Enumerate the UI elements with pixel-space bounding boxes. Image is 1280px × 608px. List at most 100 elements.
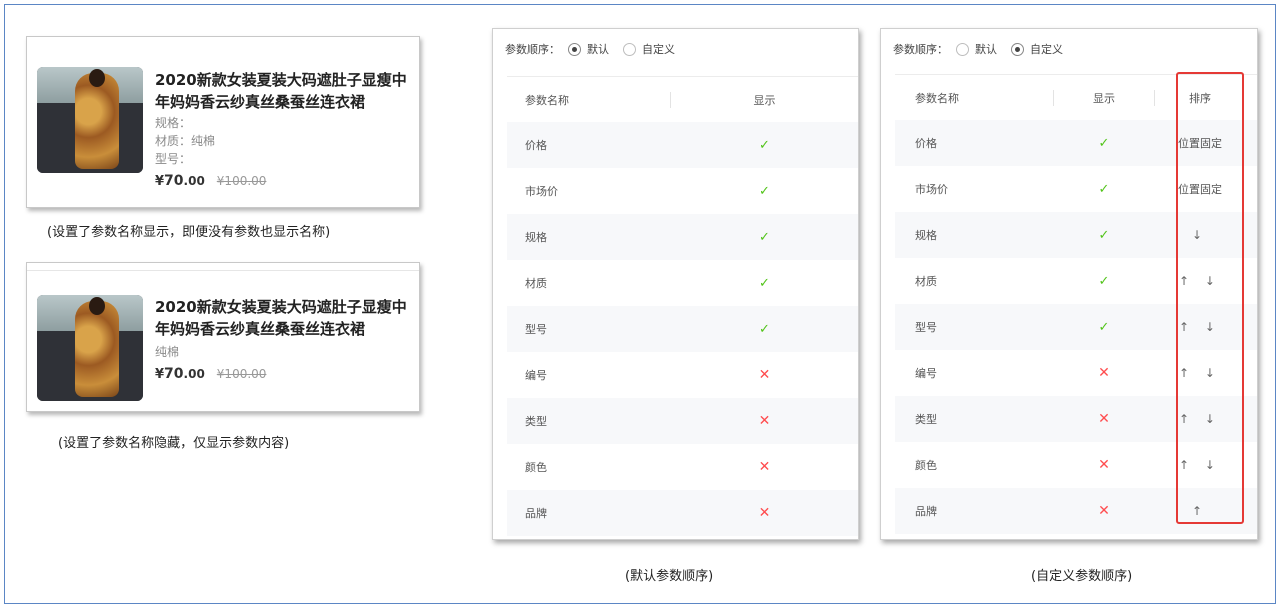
param-order-selector: 参数顺序： 默认 自定义: [505, 41, 681, 57]
sort-arrows-icon[interactable]: ↑ ↓: [1179, 320, 1221, 334]
product-image[interactable]: [37, 67, 143, 173]
table-header: 参数名称 显示 排序: [895, 74, 1257, 120]
check-icon[interactable]: ✓: [759, 184, 770, 199]
cross-icon[interactable]: ✕: [1098, 365, 1110, 381]
cross-icon[interactable]: ✕: [759, 505, 771, 521]
param-row: 颜色 ✕: [507, 444, 858, 490]
param-row: 型号 ✓ ↑ ↓: [895, 304, 1257, 350]
sort-control[interactable]: ↑ ↓: [1155, 320, 1245, 334]
param-order-label: 参数顺序：: [505, 43, 560, 56]
sort-arrows-icon[interactable]: ↑ ↓: [1179, 412, 1221, 426]
check-icon[interactable]: ✓: [1099, 274, 1110, 289]
param-settings-custom: 参数顺序： 默认 自定义 参数名称 显示 排序 价格 ✓ 位置固定 市场价 ✓ 位置固定规…: [880, 28, 1258, 540]
show-toggle[interactable]: ✕: [671, 505, 858, 521]
check-icon[interactable]: ✓: [759, 230, 770, 245]
product-title[interactable]: 2020新款女装夏装大码遮肚子显瘦中年妈妈香云纱真丝桑蚕丝连衣裙: [155, 69, 415, 113]
sort-control[interactable]: ↑ ↓: [1155, 412, 1245, 426]
param-name: 市场价: [525, 185, 558, 198]
sort-control[interactable]: ↑ ↓: [1155, 458, 1245, 472]
spec-line-value: 纯棉: [155, 345, 180, 359]
radio-custom-label[interactable]: 自定义: [1030, 41, 1063, 57]
sort-arrows-icon[interactable]: ↑ ↓: [1179, 274, 1221, 288]
show-toggle[interactable]: ✕: [1054, 503, 1154, 519]
radio-custom-label[interactable]: 自定义: [642, 41, 675, 57]
sort-arrows-icon[interactable]: ↑ ↓: [1179, 366, 1221, 380]
sort-control[interactable]: ↑: [1155, 504, 1245, 518]
product-title[interactable]: 2020新款女装夏装大码遮肚子显瘦中年妈妈香云纱真丝桑蚕丝连衣裙: [155, 296, 415, 340]
header-param-name: 参数名称: [525, 93, 569, 107]
sort-arrows-icon[interactable]: ↓: [1192, 228, 1208, 242]
check-icon[interactable]: ✓: [1099, 228, 1110, 243]
show-toggle[interactable]: ✓: [1054, 182, 1154, 197]
sort-control[interactable]: ↑ ↓: [1155, 366, 1245, 380]
show-toggle[interactable]: ✓: [1054, 320, 1154, 335]
param-name: 颜色: [915, 459, 937, 472]
card1-caption: (设置了参数名称显示，即便没有参数也显示名称): [47, 225, 331, 240]
radio-custom[interactable]: [1011, 42, 1024, 56]
check-icon[interactable]: ✓: [759, 138, 770, 153]
radio-default-label[interactable]: 默认: [975, 41, 997, 57]
spec-line-model: 型号：: [155, 152, 192, 166]
param-name: 品牌: [525, 507, 547, 520]
param-order-label: 参数顺序：: [893, 43, 948, 56]
param-row: 类型 ✕ ↑ ↓: [895, 396, 1257, 442]
spec-line-material: 材质：纯棉: [155, 134, 216, 148]
cross-icon[interactable]: ✕: [759, 367, 771, 383]
param-name: 编号: [915, 367, 937, 380]
show-toggle[interactable]: ✕: [671, 459, 858, 475]
show-toggle[interactable]: ✓: [671, 230, 858, 245]
cross-icon[interactable]: ✕: [759, 459, 771, 475]
price: ¥70.00 ¥100.00: [155, 366, 266, 382]
sort-control: 位置固定: [1155, 135, 1245, 151]
header-show: 显示: [1093, 91, 1115, 105]
check-icon[interactable]: ✓: [759, 322, 770, 337]
show-toggle[interactable]: ✓: [1054, 228, 1154, 243]
show-toggle[interactable]: ✕: [1054, 411, 1154, 427]
cross-icon[interactable]: ✕: [1098, 411, 1110, 427]
sort-arrows-icon[interactable]: ↑ ↓: [1179, 458, 1221, 472]
show-toggle[interactable]: ✓: [671, 322, 858, 337]
price-integer: 70: [164, 366, 184, 382]
show-toggle[interactable]: ✓: [671, 138, 858, 153]
sort-arrows-icon[interactable]: ↑: [1192, 504, 1208, 518]
show-toggle[interactable]: ✕: [671, 413, 858, 429]
show-toggle[interactable]: ✓: [1054, 136, 1154, 151]
radio-custom[interactable]: [623, 42, 636, 56]
radio-default-label[interactable]: 默认: [587, 41, 609, 57]
sort-control[interactable]: ↓: [1155, 228, 1245, 242]
radio-default[interactable]: [568, 42, 581, 56]
check-icon[interactable]: ✓: [1099, 136, 1110, 151]
param-row: 材质 ✓: [507, 260, 858, 306]
check-icon[interactable]: ✓: [759, 276, 770, 291]
show-toggle[interactable]: ✓: [671, 184, 858, 199]
param-row: 品牌 ✕ ↑: [895, 488, 1257, 534]
sort-fixed-label: 位置固定: [1178, 137, 1222, 150]
param-row: 市场价 ✓: [507, 168, 858, 214]
spec-line-spec: 规格：: [155, 116, 192, 130]
product-card-name-shown[interactable]: 2020新款女装夏装大码遮肚子显瘦中年妈妈香云纱真丝桑蚕丝连衣裙 规格： 材质：…: [26, 36, 420, 208]
show-toggle[interactable]: ✕: [1054, 365, 1154, 381]
show-toggle[interactable]: ✓: [1054, 274, 1154, 289]
panelB-caption: (自定义参数顺序): [1031, 569, 1133, 584]
sort-control[interactable]: ↑ ↓: [1155, 274, 1245, 288]
cross-icon[interactable]: ✕: [1098, 457, 1110, 473]
cross-icon[interactable]: ✕: [759, 413, 771, 429]
show-toggle[interactable]: ✕: [671, 367, 858, 383]
show-toggle[interactable]: ✓: [671, 276, 858, 291]
product-card-name-hidden[interactable]: 2020新款女装夏装大码遮肚子显瘦中年妈妈香云纱真丝桑蚕丝连衣裙 纯棉 ¥70.…: [26, 262, 420, 412]
card2-caption: (设置了参数名称隐藏，仅显示参数内容): [58, 436, 290, 451]
param-name: 规格: [525, 231, 547, 244]
show-toggle[interactable]: ✕: [1054, 457, 1154, 473]
price-currency: ¥: [155, 367, 165, 382]
param-row: 价格 ✓ 位置固定: [895, 120, 1257, 166]
price: ¥70.00 ¥100.00: [155, 173, 266, 189]
param-name: 材质: [915, 275, 937, 288]
param-name: 规格: [915, 229, 937, 242]
product-image[interactable]: [37, 295, 143, 401]
param-name: 型号: [525, 323, 547, 336]
cross-icon[interactable]: ✕: [1098, 503, 1110, 519]
param-name: 材质: [525, 277, 547, 290]
check-icon[interactable]: ✓: [1099, 320, 1110, 335]
check-icon[interactable]: ✓: [1099, 182, 1110, 197]
radio-default[interactable]: [956, 42, 969, 56]
